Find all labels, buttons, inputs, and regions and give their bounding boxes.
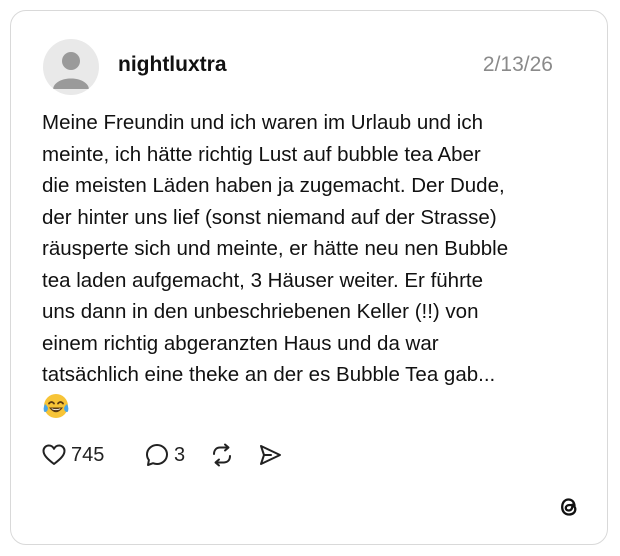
username[interactable]: nightluxtra [118, 52, 227, 78]
threads-logo-icon[interactable] [555, 493, 583, 521]
post-text-line: uns dann in den unbeschriebenen Keller (… [42, 300, 479, 323]
post-text-line: räusperte sich und meinte, er hätte neu … [42, 237, 509, 260]
face-with-tears-of-joy-icon [43, 394, 69, 418]
post-text-line: der hinter uns lief (sonst niemand auf d… [42, 205, 497, 229]
post-card: nightluxtra 2/13/26 Meine Freundin und i… [10, 10, 608, 545]
repost-icon [213, 443, 231, 467]
post-text: Meine Freundin und ich waren im Urlaub u… [42, 107, 582, 391]
post-text-line: tatsächlich eine theke an der es Bubble … [42, 363, 496, 386]
post-text-line: Meine Freundin und ich waren im Urlaub u… [42, 111, 483, 134]
share-button[interactable] [257, 441, 283, 469]
post-text-line: einem richtig abgeranzten Haus und da wa… [42, 331, 439, 355]
share-icon [260, 445, 281, 465]
reply-button[interactable]: 3 [144, 441, 185, 469]
avatar[interactable] [43, 39, 99, 95]
post-text-line: die meisten Läden haben ja zugemacht. De… [42, 174, 505, 197]
repost-button[interactable] [209, 441, 235, 469]
heart-icon [42, 444, 66, 465]
comment-icon [146, 444, 168, 466]
like-button[interactable]: 745 [41, 441, 104, 469]
post-date: 2/13/26 [482, 53, 553, 76]
default-avatar-icon [53, 52, 89, 89]
post-text-line: tea laden aufgemacht, 3 Häuser weiter. E… [42, 268, 484, 292]
reply-count: 3 [174, 444, 186, 466]
post-text-line: meinte, ich hätte richtig Lust auf bubbl… [42, 142, 481, 166]
like-count: 745 [71, 444, 105, 466]
